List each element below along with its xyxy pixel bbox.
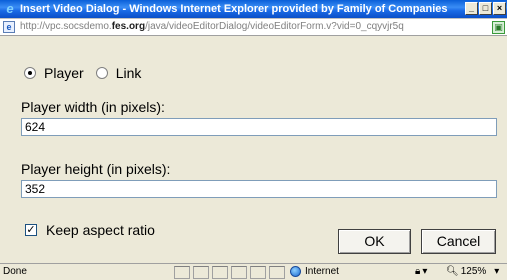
player-radio[interactable]: [24, 67, 36, 79]
status-text: Done: [3, 266, 27, 277]
zoom-icon: 🔍︎: [446, 266, 459, 277]
status-pane: [212, 266, 228, 279]
status-pane: [250, 266, 266, 279]
player-width-label: Player width (in pixels):: [21, 99, 165, 115]
link-radio[interactable]: [95, 67, 108, 79]
maximize-button[interactable]: □: [479, 2, 492, 15]
compatibility-icon[interactable]: ▣: [492, 21, 505, 34]
window-controls: _ □ ×: [465, 2, 506, 16]
link-radio-label[interactable]: Link: [116, 65, 142, 81]
chevron-down-icon: ▾: [494, 266, 500, 277]
player-radio-label[interactable]: Player: [44, 65, 84, 81]
keep-aspect-checkbox[interactable]: ✓: [25, 224, 37, 236]
zoom-control[interactable]: 🔍︎ 125% ▾: [446, 266, 499, 277]
keep-aspect-row: ✓ Keep aspect ratio: [25, 222, 155, 238]
window-title-bar[interactable]: e Insert Video Dialog - Windows Internet…: [0, 0, 507, 18]
ie-logo-icon: e: [6, 1, 14, 16]
status-pane: [231, 266, 247, 279]
dialog-content: Player Link Player width (in pixels): 62…: [0, 37, 507, 263]
protected-mode-icon: 🔒︎: [415, 266, 421, 277]
close-button[interactable]: ×: [493, 2, 506, 15]
address-url[interactable]: http://vpc.socsdemo.fes.org/java/videoEd…: [20, 21, 404, 32]
player-height-input[interactable]: 352: [21, 180, 497, 198]
ok-button[interactable]: OK: [338, 229, 411, 254]
globe-icon: [290, 266, 301, 277]
minimize-button[interactable]: _: [465, 2, 478, 15]
address-bar[interactable]: e http://vpc.socsdemo.fes.org/java/video…: [0, 18, 507, 36]
zone-label: Internet: [305, 266, 339, 277]
status-pane: [193, 266, 209, 279]
embed-type-options: Player Link: [24, 65, 153, 81]
cancel-button[interactable]: Cancel: [421, 229, 496, 254]
page-icon: e: [3, 21, 15, 33]
player-height-label: Player height (in pixels):: [21, 161, 171, 177]
security-zone[interactable]: Internet: [290, 266, 339, 277]
zoom-level: 125%: [460, 266, 487, 277]
status-pane: [269, 266, 285, 279]
status-bar: Done Internet 🔒︎ ▾ 🔍︎ 125% ▾: [0, 263, 507, 280]
window-title: Insert Video Dialog - Windows Internet E…: [20, 3, 448, 15]
status-pane: [174, 266, 190, 279]
player-width-input[interactable]: 624: [21, 118, 497, 136]
protected-mode[interactable]: 🔒︎ ▾: [415, 266, 427, 277]
keep-aspect-label[interactable]: Keep aspect ratio: [46, 222, 155, 238]
chevron-down-icon: ▾: [422, 266, 428, 277]
